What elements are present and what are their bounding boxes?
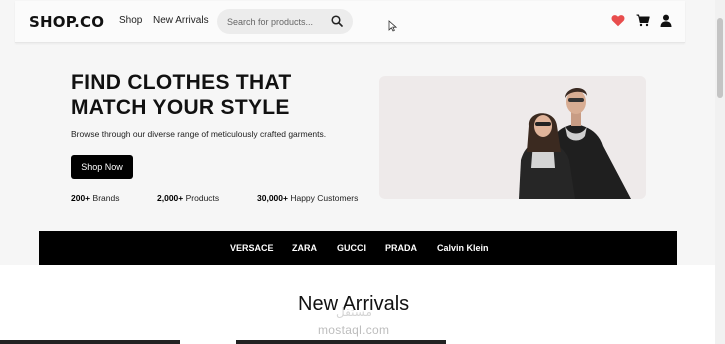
- hero-title-line-2: MATCH YOUR STYLE: [71, 96, 290, 119]
- couple-illustration: [519, 87, 631, 199]
- stat-products: 2,000+ Products: [157, 193, 219, 203]
- search-bar[interactable]: [217, 9, 353, 34]
- top-navbar: SHOP.CO Shop New Arrivals: [15, 1, 685, 43]
- stat-value: 200+: [71, 193, 91, 203]
- watermark-text: mostaql.com: [318, 323, 390, 337]
- brand-zara: ZARA: [292, 243, 317, 253]
- brand-versace: VERSACE: [230, 243, 274, 253]
- stat-label: Happy Customers: [290, 193, 359, 203]
- brand-calvin-klein: Calvin Klein: [437, 243, 489, 253]
- stat-customers: 30,000+ Happy Customers: [257, 193, 358, 203]
- shop-now-button[interactable]: Shop Now: [71, 155, 133, 179]
- bottom-strip: [0, 340, 180, 344]
- stat-label: Brands: [92, 193, 120, 203]
- stat-value: 30,000+: [257, 193, 288, 203]
- hero-title: FIND CLOTHES THAT MATCH YOUR STYLE: [71, 70, 371, 120]
- search-input[interactable]: [227, 14, 327, 29]
- stat-value: 2,000+: [157, 193, 184, 203]
- site-logo[interactable]: SHOP.CO: [29, 13, 104, 31]
- stat-brands: 200+ Brands: [71, 193, 119, 203]
- watermark-logo-arabic: مستقل: [336, 305, 372, 319]
- hero-title-line-1: FIND CLOTHES THAT: [71, 71, 292, 94]
- user-icon[interactable]: [660, 14, 672, 27]
- nav-link-new-arrivals[interactable]: New Arrivals: [153, 15, 209, 26]
- cart-icon[interactable]: [636, 14, 650, 27]
- stat-label: Products: [185, 193, 220, 203]
- mouse-cursor-icon: [388, 20, 397, 32]
- heart-icon[interactable]: [611, 14, 625, 27]
- hero-image-couple: [379, 76, 646, 199]
- page: SHOP.CO Shop New Arrivals FIND CLOTHE: [0, 0, 725, 344]
- brand-band: VERSACE ZARA GUCCI PRADA Calvin Klein: [39, 231, 677, 265]
- vertical-scrollbar[interactable]: [715, 0, 725, 344]
- brand-prada: PRADA: [385, 243, 418, 253]
- scrollbar-thumb[interactable]: [717, 18, 723, 98]
- nav-link-shop[interactable]: Shop: [119, 15, 142, 26]
- brand-gucci: GUCCI: [337, 243, 366, 253]
- bottom-strip: [236, 340, 446, 344]
- hero-subtitle: Browse through our diverse range of meti…: [71, 129, 327, 139]
- search-icon[interactable]: [331, 15, 343, 27]
